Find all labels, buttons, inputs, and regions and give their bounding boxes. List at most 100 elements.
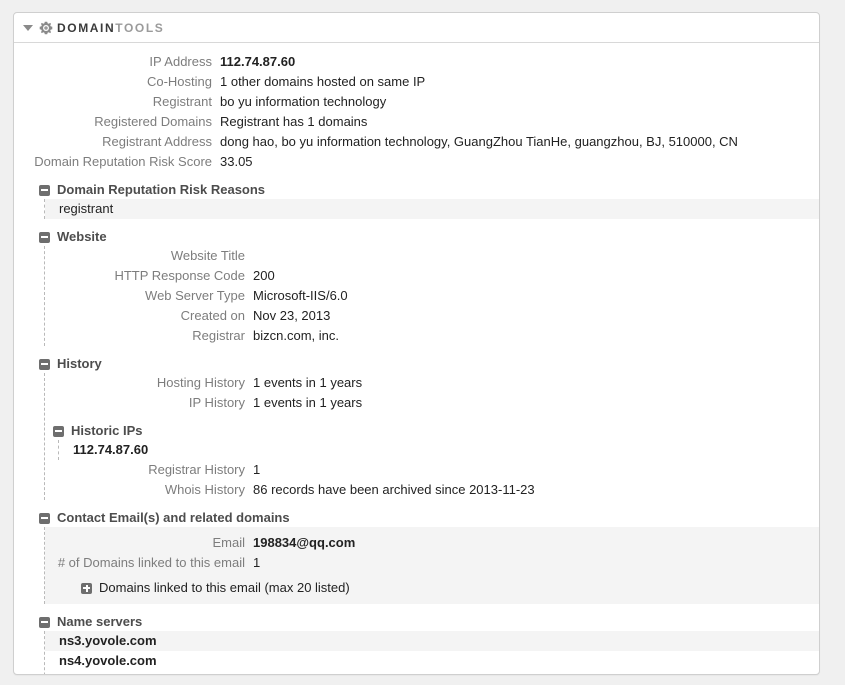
subsection-historic-ips: Historic IPs 112.74.87.60	[45, 422, 819, 460]
section-header[interactable]: Name servers	[14, 613, 819, 631]
section-website: Website Website Title HTTP Response Code…	[14, 228, 819, 346]
field-value: 200	[253, 267, 819, 285]
panel-body: IP Address 112.74.87.60 Co-Hosting 1 oth…	[14, 43, 819, 675]
caret-down-icon[interactable]	[23, 25, 33, 31]
panel-header: DOMAINTOOLS	[14, 13, 819, 43]
field-value: 1	[253, 554, 819, 572]
field-value: 1	[253, 461, 819, 479]
field-row: Domain Reputation Risk Score 33.05	[14, 152, 819, 172]
field-value: bizcn.com, inc.	[253, 327, 819, 345]
field-value: 33.05	[220, 153, 819, 171]
field-value: 1 events in 1 years	[253, 374, 819, 392]
list-item: registrant	[45, 199, 819, 219]
field-value: Registrant has 1 domains	[220, 113, 819, 131]
field-value: 198834@qq.com	[253, 534, 819, 552]
field-label: Created on	[45, 307, 253, 325]
field-row: Web Server Type Microsoft-IIS/6.0	[45, 286, 819, 306]
section-header[interactable]: Website	[14, 228, 819, 246]
list-item: ns3.yovole.com	[45, 631, 819, 651]
field-label: IP Address	[14, 53, 220, 71]
collapse-minus-icon[interactable]	[39, 617, 50, 628]
field-label: Co-Hosting	[14, 73, 220, 91]
field-row: Registrar bizcn.com, inc.	[45, 326, 819, 346]
expand-label: Domains linked to this email (max 20 lis…	[99, 579, 350, 597]
section-history: History Hosting History 1 events in 1 ye…	[14, 355, 819, 500]
expand-plus-icon[interactable]	[81, 583, 92, 594]
field-row: Whois History 86 records have been archi…	[45, 480, 819, 500]
collapse-minus-icon[interactable]	[39, 513, 50, 524]
collapse-minus-icon[interactable]	[39, 359, 50, 370]
field-row: Email 198834@qq.com	[45, 533, 819, 553]
field-value: Microsoft-IIS/6.0	[253, 287, 819, 305]
subsection-title: Historic IPs	[71, 422, 143, 440]
section-content: Email 198834@qq.com # of Domains linked …	[44, 527, 819, 604]
field-label: Website Title	[45, 247, 253, 265]
field-row: Registrant bo yu information technology	[14, 92, 819, 112]
section-content: registrant	[44, 199, 819, 219]
browse-screenshot-history-link[interactable]: Browse screenshot history	[253, 673, 405, 675]
summary-fields: IP Address 112.74.87.60 Co-Hosting 1 oth…	[14, 52, 819, 172]
section-title: Website	[57, 228, 107, 246]
field-row: # of Domains linked to this email 1	[45, 553, 819, 573]
section-title: Contact Email(s) and related domains	[57, 509, 290, 527]
field-value: 1 events in 1 years	[253, 394, 819, 412]
contact-email-block: Email 198834@qq.com # of Domains linked …	[45, 527, 819, 604]
brand-logo: DOMAINTOOLS	[57, 21, 164, 35]
field-label: Hosting History	[45, 374, 253, 392]
field-row: Registered Domains Registrant has 1 doma…	[14, 112, 819, 132]
list-item: 112.74.87.60	[59, 440, 819, 460]
field-value: Browse screenshot history	[253, 672, 819, 675]
field-label: Whois History	[45, 481, 253, 499]
section-title: Domain Reputation Risk Reasons	[57, 181, 265, 199]
field-label: Domain Reputation Risk Score	[14, 153, 220, 171]
field-label: Registrar History	[45, 461, 253, 479]
collapse-minus-icon[interactable]	[39, 232, 50, 243]
section-header[interactable]: Contact Email(s) and related domains	[14, 509, 819, 527]
field-value: bo yu information technology	[220, 93, 819, 111]
field-value: dong hao, bo yu information technology, …	[220, 133, 819, 151]
section-name-servers: Name servers ns3.yovole.com ns4.yovole.c…	[14, 613, 819, 675]
brand-secondary: TOOLS	[115, 21, 164, 35]
field-row: IP Address 112.74.87.60	[14, 52, 819, 72]
field-value: 86 records have been archived since 2013…	[253, 481, 819, 499]
field-row: Created on Nov 23, 2013	[45, 306, 819, 326]
expand-linked-domains-row[interactable]: Domains linked to this email (max 20 lis…	[45, 579, 819, 597]
field-row: Hosting History 1 events in 1 years	[45, 373, 819, 393]
field-row: Website Title	[45, 246, 819, 266]
field-label: Email	[45, 534, 253, 552]
section-title: History	[57, 355, 102, 373]
section-risk-reasons: Domain Reputation Risk Reasons registran…	[14, 181, 819, 219]
field-label: Registrant Address	[14, 133, 220, 151]
field-label: Registered Domains	[14, 113, 220, 131]
subsection-content: 112.74.87.60	[58, 440, 819, 460]
field-label: Registrar	[45, 327, 253, 345]
field-row: Registrant Address dong hao, bo yu infor…	[14, 132, 819, 152]
collapse-minus-icon[interactable]	[39, 185, 50, 196]
field-row: Screenshots Browse screenshot history	[45, 671, 819, 675]
field-label: # of Domains linked to this email	[45, 554, 253, 572]
field-label: HTTP Response Code	[45, 267, 253, 285]
field-label: IP History	[45, 394, 253, 412]
field-value: 112.74.87.60	[220, 53, 819, 71]
field-label: Screenshots	[45, 672, 253, 675]
section-title: Name servers	[57, 613, 142, 631]
collapse-minus-icon[interactable]	[53, 426, 64, 437]
section-contact-email: Contact Email(s) and related domains Ema…	[14, 509, 819, 604]
field-value: 1 other domains hosted on same IP	[220, 73, 819, 91]
field-value: Nov 23, 2013	[253, 307, 819, 325]
section-content: Hosting History 1 events in 1 years IP H…	[44, 373, 819, 500]
field-row: HTTP Response Code 200	[45, 266, 819, 286]
domaintools-panel: DOMAINTOOLS IP Address 112.74.87.60 Co-H…	[13, 12, 820, 675]
field-label: Registrant	[14, 93, 220, 111]
list-item: ns4.yovole.com	[45, 651, 819, 671]
field-row: Registrar History 1	[45, 460, 819, 480]
field-label: Web Server Type	[45, 287, 253, 305]
brand-primary: DOMAIN	[57, 21, 115, 35]
subsection-header[interactable]: Historic IPs	[45, 422, 819, 440]
section-content: Website Title HTTP Response Code 200 Web…	[44, 246, 819, 346]
field-row: IP History 1 events in 1 years	[45, 393, 819, 413]
section-header[interactable]: History	[14, 355, 819, 373]
gear-icon	[39, 21, 53, 35]
section-content: ns3.yovole.com ns4.yovole.com Screenshot…	[44, 631, 819, 675]
section-header[interactable]: Domain Reputation Risk Reasons	[14, 181, 819, 199]
